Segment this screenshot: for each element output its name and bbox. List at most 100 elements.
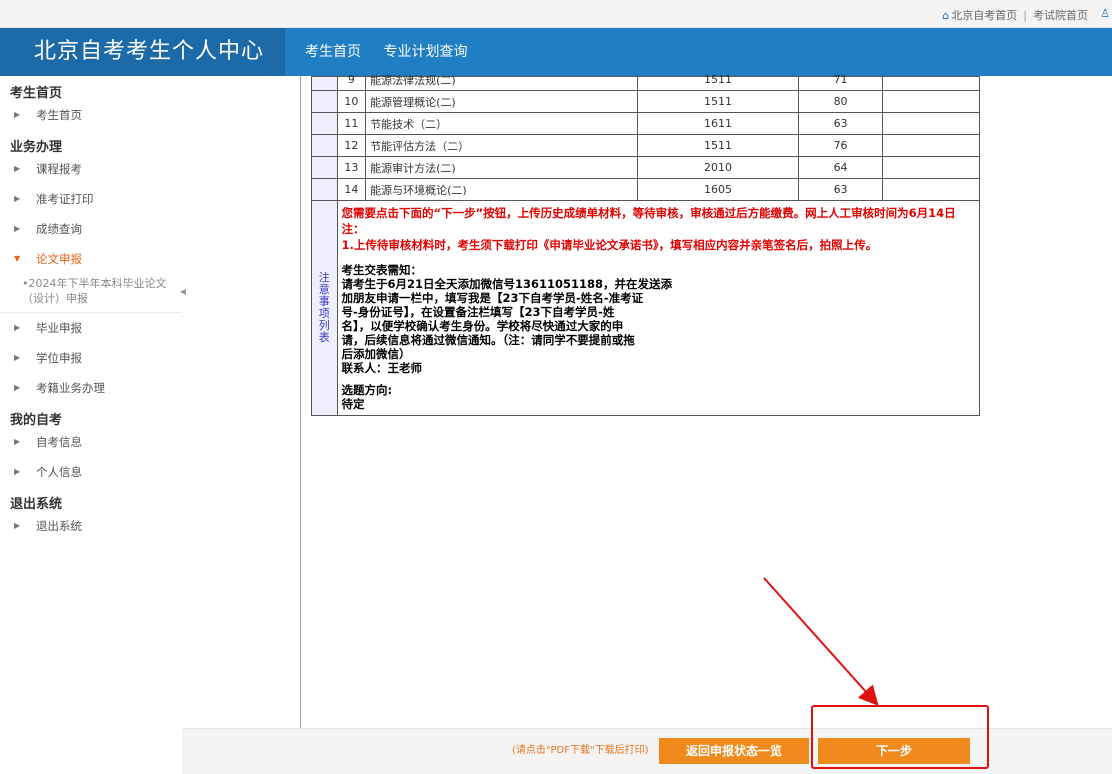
sidebar-item-logout[interactable]: ▶ 退出系统 — [0, 511, 182, 541]
nav-student-home[interactable]: 考生首页 — [305, 44, 361, 60]
course-number: 14 — [336, 178, 367, 201]
table-row: 11 节能技术（二） 1611 63 — [311, 112, 981, 135]
sidebar-section-title: 业务办理 — [10, 140, 63, 155]
caret-down-icon: ▼ — [14, 254, 21, 263]
sidebar-item-label: 毕业申报 — [36, 321, 82, 335]
blank-cell — [881, 134, 981, 157]
course-name: 能源法律法规(二) — [365, 74, 638, 91]
sidebar-item-thesis-application[interactable]: ▼ 论文申报 — [0, 244, 182, 274]
sidebar-item-label: 学位申报 — [36, 351, 82, 365]
exam-date-code: 1605 — [636, 178, 800, 201]
blank-cell — [881, 112, 981, 135]
notice-upload-instruction: 您需要点击下面的“下一步”按钮，上传历史成绩单材料，等待审核，审核通过后方能缴费… — [341, 206, 956, 220]
exam-date-code: 2010 — [636, 156, 800, 179]
sidebar-item-enrollment-affairs[interactable]: ▶ 考籍业务办理 — [0, 373, 182, 403]
notice-body-line: 加朋友申请一栏中，填写我是【23下自考学员-姓名-准考证 — [341, 291, 644, 305]
exam-date-code: 1511 — [636, 73, 800, 91]
caret-right-icon: ▶ — [14, 437, 21, 446]
caret-right-icon: ▶ — [14, 383, 21, 392]
sidebar-section-title: 退出系统 — [10, 497, 63, 512]
course-score: 80 — [798, 90, 883, 113]
sidebar-item-score-query[interactable]: ▶ 成绩查询 — [0, 214, 182, 244]
sidebar-item-course-registration[interactable]: ▶ 课程报考 — [0, 154, 182, 184]
course-number: 10 — [336, 90, 367, 113]
notice-pledge-instruction: 1.上传待审核材料时，考生须下载打印《申请毕业论文承诺书》，填写相应内容并亲笔签… — [341, 238, 878, 252]
sidebar-collapse-handle[interactable]: ◀ — [179, 280, 187, 304]
caret-right-icon: ▶ — [14, 323, 21, 332]
sidebar-item-graduation-application[interactable]: ▶ 毕业申报 — [0, 313, 182, 343]
main-content: 9 能源法律法规(二) 1511 71 10 能源管理概论(二) 1511 80… — [300, 73, 1112, 728]
side-cell — [311, 178, 338, 201]
table-row: 13 能源审计方法(二) 2010 64 — [311, 156, 981, 179]
table-row: 9 能源法律法规(二) 1511 71 — [311, 73, 981, 91]
notice-body-line: 号-身份证号】，在设置备注栏填写【23下自考学员-姓 — [341, 305, 615, 319]
blank-cell — [881, 90, 981, 113]
exam-date-code: 1611 — [636, 112, 800, 135]
separator: | — [1023, 9, 1027, 22]
course-name: 能源与环境概论(二) — [365, 178, 638, 201]
caret-right-icon: ▶ — [14, 467, 21, 476]
notice-contact: 联系人：王老师 — [341, 361, 423, 375]
course-name: 能源审计方法(二) — [365, 156, 638, 179]
course-number: 12 — [336, 134, 367, 157]
caret-right-icon: ▶ — [14, 194, 21, 203]
topic-direction-value: 待定 — [341, 397, 365, 411]
course-score: 63 — [798, 178, 883, 201]
annotation-highlight-box — [811, 705, 989, 769]
sidebar-item-label: 准考证打印 — [36, 192, 94, 206]
blank-cell — [881, 178, 981, 201]
sidebar-subitem-thesis-2024[interactable]: •2024年下半年本科毕业论文（设计）申报 — [0, 274, 182, 313]
notice-submission-heading: 考生交表需知： — [341, 263, 423, 277]
caret-right-icon: ▶ — [14, 353, 21, 362]
notice-side-label-text: 注意事项列表 — [318, 271, 330, 344]
sidebar-item-label: 考籍业务办理 — [36, 381, 105, 395]
course-score: 76 — [798, 134, 883, 157]
home-icon: ⌂ — [942, 9, 950, 22]
blank-cell — [881, 156, 981, 179]
caret-right-icon: ▶ — [14, 164, 21, 173]
top-links: ⌂ 北京自考首页 | 考试院首页 — [942, 7, 1088, 23]
blank-cell — [881, 76, 981, 91]
course-score: 64 — [798, 156, 883, 179]
notice-body-line: 请，后续信息将通过微信通知。（注：请同学不要提前或拖 — [341, 333, 635, 347]
sidebar-section-title: 考生首页 — [10, 86, 63, 101]
caret-right-icon: ▶ — [14, 110, 21, 119]
beijing-zikao-home-link[interactable]: 北京自考首页 — [951, 9, 1017, 22]
sidebar-item-zikao-info[interactable]: ▶ 自考信息 — [0, 427, 182, 457]
notice-body-line: 后添加微信） — [341, 347, 411, 361]
side-cell — [311, 90, 338, 113]
sidebar-item-label: 考生首页 — [36, 108, 82, 122]
course-score-table: 9 能源法律法规(二) 1511 71 10 能源管理概论(二) 1511 80… — [311, 73, 981, 416]
back-to-status-list-button[interactable]: 返回申报状态一览 — [659, 738, 809, 764]
side-cell — [311, 76, 338, 91]
sidebar-item-label: 论文申报 — [36, 252, 82, 266]
notice-row: 注意事项列表 您需要点击下面的“下一步”按钮，上传历史成绩单材料，等待审核，审核… — [311, 200, 981, 416]
exam-date-code: 1511 — [636, 90, 800, 113]
header: 北京自考考生个人中心 考生首页 专业计划查询 — [0, 28, 1112, 76]
nav-major-plan-query[interactable]: 专业计划查询 — [383, 44, 467, 60]
notice-side-label: 注意事项列表 — [311, 200, 338, 416]
course-name: 节能技术（二） — [365, 112, 638, 135]
top-nav: 考生首页 专业计划查询 — [305, 28, 485, 76]
course-score: 71 — [798, 73, 883, 91]
notice-note-label: 注： — [341, 222, 365, 236]
sidebar-item-degree-application[interactable]: ▶ 学位申报 — [0, 343, 182, 373]
exam-date-code: 1511 — [636, 134, 800, 157]
sidebar-item-label: 个人信息 — [36, 465, 82, 479]
side-cell — [311, 112, 338, 135]
user-icon[interactable]: ♙ — [1100, 7, 1110, 20]
sidebar-item-student-home[interactable]: ▶ 考生首页 — [0, 100, 182, 130]
sidebar-item-label: 自考信息 — [36, 435, 82, 449]
course-name: 能源管理概论(二) — [365, 90, 638, 113]
course-name: 节能评估方法（二） — [365, 134, 638, 157]
notice-body-line: 请考生于6月21日全天添加微信号13611051188，并在发送添 — [341, 277, 673, 291]
pdf-download-hint: (请点击"PDF下载"下载后打印) — [512, 745, 649, 756]
exam-institute-home-link[interactable]: 考试院首页 — [1033, 9, 1088, 22]
notice-body-line: 名】，以便学校确认考生身份。学校将尽快通过大家的申 — [341, 319, 624, 333]
top-bar: ⌂ 北京自考首页 | 考试院首页 ♙ — [0, 0, 1112, 28]
sidebar-item-personal-info[interactable]: ▶ 个人信息 — [0, 457, 182, 487]
table-row: 14 能源与环境概论(二) 1605 63 — [311, 178, 981, 201]
table-row: 12 节能评估方法（二） 1511 76 — [311, 134, 981, 157]
sidebar-item-admission-ticket[interactable]: ▶ 准考证打印 — [0, 184, 182, 214]
side-cell — [311, 134, 338, 157]
